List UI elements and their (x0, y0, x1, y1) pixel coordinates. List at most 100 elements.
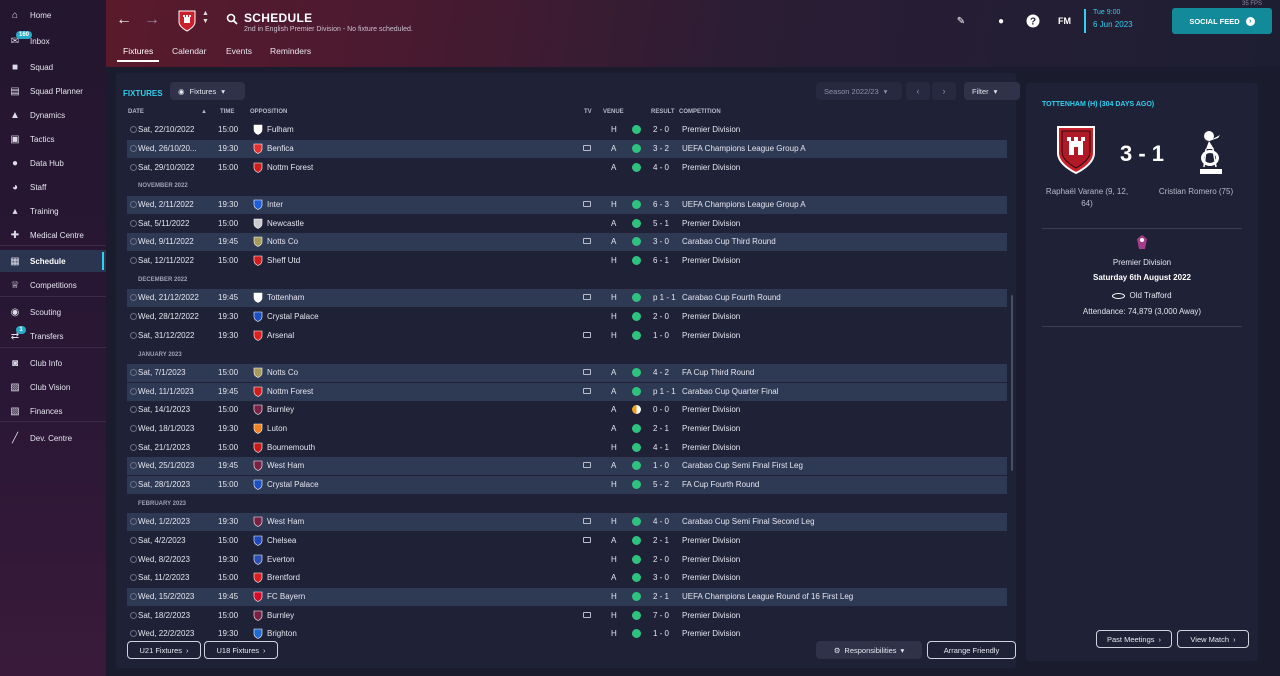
fixture-opponent[interactable]: Notts Co (267, 368, 298, 377)
fixture-date[interactable]: Wed, 1/2/2023 (138, 517, 190, 526)
opponent-crest-icon[interactable] (253, 535, 263, 546)
fixture-result[interactable]: p 1 - 1 (653, 387, 676, 396)
search-icon[interactable] (226, 13, 238, 25)
fixture-opponent[interactable]: Bournemouth (267, 443, 315, 452)
fixture-competition[interactable]: Premier Division (682, 219, 740, 228)
fixture-opponent[interactable]: Nottm Forest (267, 163, 313, 172)
fixture-competition[interactable]: Premier Division (682, 424, 740, 433)
fixture-competition[interactable]: Carabao Cup Semi Final Second Leg (682, 517, 815, 526)
sidebar-item-data-hub[interactable]: ● Data Hub (0, 152, 106, 174)
fixture-competition[interactable]: Carabao Cup Quarter Final (682, 387, 779, 396)
fixture-result[interactable]: 4 - 0 (653, 517, 669, 526)
match-title[interactable]: TOTTENHAM (H) (304 DAYS AGO) (1042, 101, 1154, 108)
fixture-opponent[interactable]: Crystal Palace (267, 312, 319, 321)
fixture-opponent[interactable]: Arsenal (267, 331, 294, 340)
opponent-crest-icon[interactable] (253, 143, 263, 154)
scrollbar[interactable] (1011, 295, 1013, 471)
table-row[interactable]: Wed, 15/2/2023 19:45 FC Bayern H 2 - 1 UEFA C… (127, 588, 1007, 606)
opponent-crest-icon[interactable] (253, 610, 263, 621)
fixture-competition[interactable]: Premier Division (682, 443, 740, 452)
col-tv[interactable]: TV (584, 109, 592, 115)
fixture-result[interactable]: 7 - 0 (653, 611, 669, 620)
tab-events[interactable]: Events (226, 46, 252, 62)
fixture-opponent[interactable]: Everton (267, 555, 295, 564)
fixture-competition[interactable]: Carabao Cup Fourth Round (682, 293, 781, 302)
fixture-date[interactable]: Wed, 11/1/2023 (138, 387, 194, 396)
responsibilities-button[interactable]: ⚙ Responsibilities ▾ (816, 641, 922, 659)
fixture-date[interactable]: Sat, 4/2/2023 (138, 536, 186, 545)
sidebar-item-club-info[interactable]: ◙ Club Info (0, 352, 106, 374)
fixture-competition[interactable]: UEFA Champions League Round of 16 First … (682, 592, 853, 601)
col-opposition[interactable]: OPPOSITION (250, 109, 287, 115)
table-row[interactable]: Wed, 18/1/2023 19:30 Luton A 2 - 1 Premier Di… (127, 420, 1007, 438)
sidebar-item-competitions[interactable]: ♕ Competitions (0, 274, 106, 296)
fixture-date[interactable]: Wed, 9/11/2022 (138, 237, 194, 246)
fixture-date[interactable]: Sat, 12/11/2022 (138, 256, 194, 265)
table-row[interactable]: Sat, 29/10/2022 15:00 Nottm Forest A 4 - 0 Pr… (127, 159, 1007, 177)
fixture-date[interactable]: Sat, 11/2/2023 (138, 573, 189, 582)
match-competition[interactable]: Premier Division (1026, 258, 1258, 267)
opponent-crest-icon[interactable] (253, 218, 263, 229)
fixture-result[interactable]: 6 - 1 (653, 256, 669, 265)
opponent-crest-icon[interactable] (253, 404, 263, 415)
away-club-crest-icon[interactable] (1196, 125, 1226, 177)
season-dropdown[interactable]: Season 2022/23 ▾ (816, 82, 902, 100)
match-stadium-row[interactable]: Old Trafford (1026, 291, 1258, 300)
club-crest-icon[interactable] (178, 10, 196, 32)
fixture-result[interactable]: 2 - 1 (653, 592, 669, 601)
fixture-opponent[interactable]: Fulham (267, 125, 294, 134)
opponent-crest-icon[interactable] (253, 236, 263, 247)
fixture-opponent[interactable]: Brentford (267, 573, 300, 582)
fixture-opponent[interactable]: Chelsea (267, 536, 296, 545)
fixture-result[interactable]: 4 - 1 (653, 443, 669, 452)
sidebar-item-staff[interactable]: ◕ Staff (0, 176, 106, 198)
fixture-date[interactable]: Sat, 14/1/2023 (138, 405, 190, 414)
fixture-opponent[interactable]: Tottenham (267, 293, 304, 302)
opponent-crest-icon[interactable] (253, 479, 263, 490)
table-row[interactable]: Wed, 11/1/2023 19:45 Nottm Forest Ap 1 - 1 C… (127, 383, 1007, 401)
fixture-result[interactable]: 5 - 1 (653, 219, 669, 228)
table-row[interactable]: Sat, 11/2/2023 15:00 Brentford A 3 - 0 Premie… (127, 569, 1007, 587)
club-switch-icon[interactable]: ▲ ▼ (202, 10, 209, 26)
u18-fixtures-button[interactable]: U18 Fixtures › (204, 641, 278, 659)
filter-button[interactable]: Filter ▾ (964, 82, 1020, 100)
table-row[interactable]: Wed, 2/11/2022 19:30 Inter H 6 - 3 UEFA Champ… (127, 196, 1007, 214)
sidebar-item-transfers[interactable]: ⇄ 1 Transfers (0, 325, 106, 347)
fixture-date[interactable]: Wed, 28/12/2022 (138, 312, 199, 321)
table-row[interactable]: Sat, 21/1/2023 15:00 Bournemouth H 4 - 1 Prem… (127, 439, 1007, 457)
fixture-opponent[interactable]: Nottm Forest (267, 387, 313, 396)
tab-calendar[interactable]: Calendar (172, 46, 207, 62)
fixture-opponent[interactable]: West Ham (267, 461, 304, 470)
tab-reminders[interactable]: Reminders (270, 46, 311, 62)
u21-fixtures-button[interactable]: U21 Fixtures › (127, 641, 201, 659)
fixture-competition[interactable]: Premier Division (682, 312, 740, 321)
fixture-opponent[interactable]: Luton (267, 424, 287, 433)
table-row[interactable]: Sat, 5/11/2022 15:00 Newcastle A 5 - 1 Premie… (127, 215, 1007, 233)
fixture-opponent[interactable]: Newcastle (267, 219, 304, 228)
fixture-competition[interactable]: Carabao Cup Third Round (682, 237, 776, 246)
sidebar-item-squad-planner[interactable]: ▤ Squad Planner (0, 80, 106, 102)
opponent-crest-icon[interactable] (253, 255, 263, 266)
sidebar-item-home[interactable]: ⌂ Home (0, 4, 106, 26)
fm-logo[interactable]: FM (1058, 16, 1071, 26)
fixture-opponent[interactable]: Sheff Utd (267, 256, 300, 265)
table-row[interactable]: Sat, 18/2/2023 15:00 Burnley H 7 - 0 Premier … (127, 607, 1007, 625)
fixture-result[interactable]: 2 - 0 (653, 125, 669, 134)
fixture-date[interactable]: Wed, 15/2/2023 (138, 592, 194, 601)
back-arrow-icon[interactable]: ← (116, 11, 132, 28)
sidebar-item-squad[interactable]: ■ Squad (0, 56, 106, 78)
sidebar-item-medical-centre[interactable]: ✚ Medical Centre (0, 224, 106, 246)
table-row[interactable]: Wed, 21/12/2022 19:45 Tottenham Hp 1 - 1 Car… (127, 289, 1007, 307)
fixture-result[interactable]: 2 - 1 (653, 424, 669, 433)
opponent-crest-icon[interactable] (253, 516, 263, 527)
fixture-competition[interactable]: UEFA Champions League Group A (682, 144, 806, 153)
fixture-competition[interactable]: Premier Division (682, 405, 740, 414)
fixture-date[interactable]: Sat, 31/12/2022 (138, 331, 195, 340)
fixture-date[interactable]: Wed, 2/11/2022 (138, 200, 194, 209)
opponent-crest-icon[interactable] (253, 628, 263, 639)
fixture-competition[interactable]: Premier Division (682, 611, 740, 620)
fixture-competition[interactable]: Premier Division (682, 331, 740, 340)
fixture-date[interactable]: Sat, 21/1/2023 (138, 443, 190, 452)
sidebar-item-tactics[interactable]: ▣ Tactics (0, 128, 106, 150)
table-row[interactable]: Sat, 28/1/2023 15:00 Crystal Palace H 5 - 2 F… (127, 476, 1007, 494)
